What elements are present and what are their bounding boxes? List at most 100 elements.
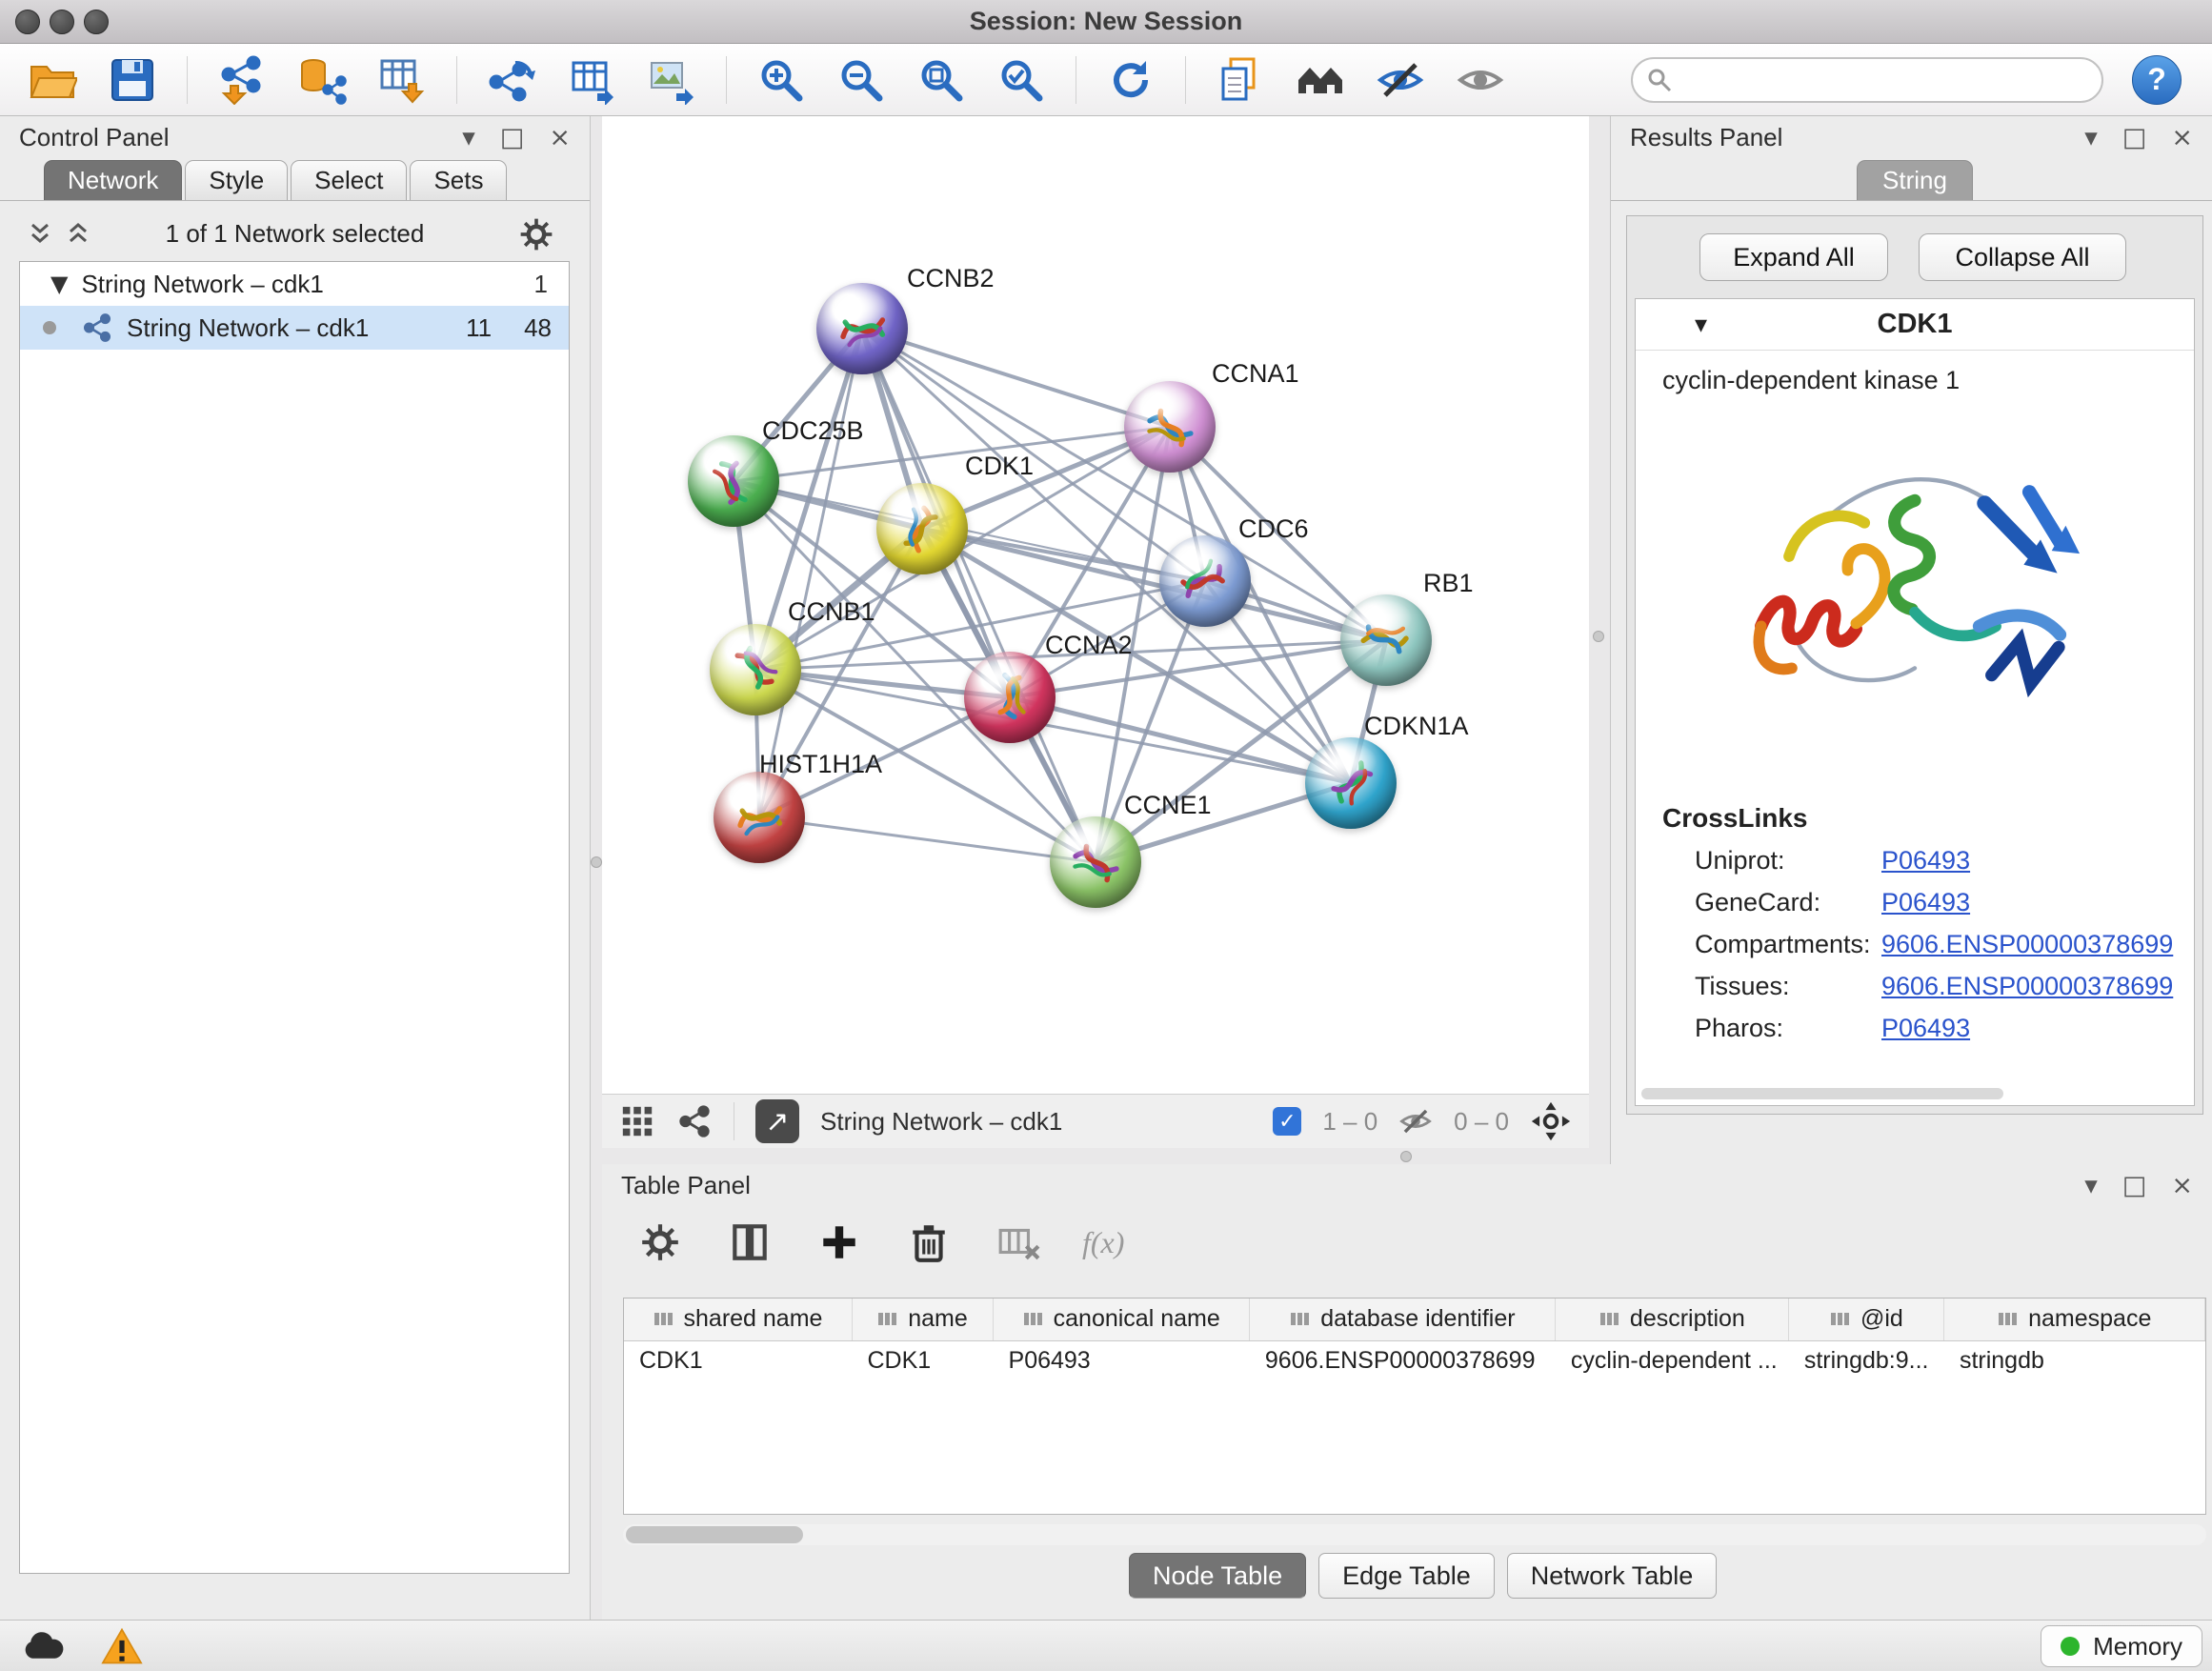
panel-close-icon[interactable]: ×: [2171, 125, 2193, 151]
zoom-selected-icon[interactable]: [995, 54, 1047, 106]
new-table-icon[interactable]: [566, 54, 617, 106]
expand-all-button[interactable]: Expand All: [1699, 233, 1888, 281]
network-collection-row[interactable]: ▼ String Network – cdk1 1: [20, 262, 569, 306]
pharos-link[interactable]: P06493: [1881, 1014, 1970, 1043]
tab-select[interactable]: Select: [291, 160, 407, 200]
network-node-ccna2[interactable]: [964, 652, 1056, 743]
network-edge[interactable]: [862, 329, 1170, 427]
delete-table-icon[interactable]: [993, 1217, 1044, 1268]
cloud-status-icon[interactable]: [15, 1626, 69, 1666]
delete-column-icon[interactable]: [903, 1217, 955, 1268]
column-header-shared-name[interactable]: shared name: [624, 1299, 852, 1340]
home-icon[interactable]: [1295, 54, 1346, 106]
genecard-link[interactable]: P06493: [1881, 888, 1970, 917]
column-header-id[interactable]: @id: [1789, 1299, 1944, 1340]
import-network-from-file-icon[interactable]: [216, 54, 268, 106]
network-node-hist1h1a[interactable]: [714, 772, 805, 863]
network-node-cdkn1a[interactable]: [1305, 737, 1397, 829]
hide-selected-icon[interactable]: [1375, 54, 1426, 106]
column-header-database-identifier[interactable]: database identifier: [1250, 1299, 1556, 1340]
tab-network-table[interactable]: Network Table: [1507, 1553, 1718, 1599]
right-splitter-handle[interactable]: [1593, 631, 1604, 642]
new-network-icon[interactable]: [486, 54, 537, 106]
network-node-ccne1[interactable]: [1050, 816, 1141, 908]
crosslink-label: GeneCard:: [1695, 888, 1881, 917]
warning-icon[interactable]: [95, 1626, 149, 1666]
tab-string[interactable]: String: [1857, 160, 1973, 200]
show-graphics-details-icon[interactable]: [1455, 54, 1506, 106]
export-image-icon[interactable]: [646, 54, 697, 106]
tab-style[interactable]: Style: [185, 160, 288, 200]
window-zoom-button[interactable]: [84, 10, 109, 34]
table-row[interactable]: CDK1CDK1P064939606.ENSP00000378699cyclin…: [624, 1340, 2205, 1380]
import-table-from-file-icon[interactable]: [376, 54, 428, 106]
search-input[interactable]: [1631, 57, 2103, 103]
bottom-splitter-handle[interactable]: [1400, 1151, 1412, 1162]
table-horizontal-scrollbar[interactable]: [623, 1524, 2206, 1545]
network-options-gear-icon[interactable]: [517, 215, 555, 253]
save-session-icon[interactable]: [107, 54, 158, 106]
zoom-out-icon[interactable]: [835, 54, 887, 106]
collapse-all-button[interactable]: Collapse All: [1919, 233, 2126, 281]
tissues-link[interactable]: 9606.ENSP00000378699: [1881, 972, 2173, 1001]
show-columns-icon[interactable]: [724, 1217, 775, 1268]
memory-button[interactable]: Memory: [2041, 1625, 2202, 1667]
panel-menu-icon[interactable]: ▾: [462, 125, 475, 151]
network-edge[interactable]: [759, 329, 862, 817]
network-row-selected[interactable]: String Network – cdk1 11 48: [20, 306, 569, 350]
table-settings-gear-icon[interactable]: [634, 1217, 686, 1268]
scrollbar-thumb[interactable]: [626, 1526, 803, 1543]
zoom-fit-icon[interactable]: [915, 54, 967, 106]
window-minimize-button[interactable]: [50, 10, 74, 34]
network-node-cdk1[interactable]: [876, 483, 968, 574]
column-header-name[interactable]: name: [852, 1299, 993, 1340]
zoom-in-icon[interactable]: [755, 54, 807, 106]
panel-menu-icon[interactable]: ▾: [2084, 125, 2098, 151]
open-session-icon[interactable]: [27, 54, 78, 106]
import-network-from-database-icon[interactable]: [296, 54, 348, 106]
network-edge[interactable]: [862, 329, 1096, 862]
column-header-canonical-name[interactable]: canonical name: [994, 1299, 1250, 1340]
tab-node-table[interactable]: Node Table: [1129, 1553, 1306, 1599]
function-builder-icon[interactable]: f(x): [1082, 1225, 1124, 1260]
column-header-description[interactable]: description: [1556, 1299, 1789, 1340]
selected-checkbox-icon[interactable]: ✓: [1273, 1107, 1301, 1136]
panel-float-icon[interactable]: □: [2122, 125, 2147, 151]
network-edge[interactable]: [862, 329, 1386, 640]
collapse-card-caret-icon[interactable]: ▾: [1695, 311, 1707, 339]
column-header-namespace[interactable]: namespace: [1944, 1299, 2205, 1340]
network-node-ccnb2[interactable]: [816, 283, 908, 374]
hidden-eye-icon[interactable]: [1398, 1104, 1433, 1138]
panel-close-icon[interactable]: ×: [2171, 1173, 2193, 1198]
panel-float-icon[interactable]: □: [2122, 1173, 2147, 1198]
network-node-rb1[interactable]: [1340, 594, 1432, 686]
panel-menu-icon[interactable]: ▾: [2084, 1173, 2098, 1198]
refresh-icon[interactable]: [1105, 54, 1156, 106]
left-splitter-handle[interactable]: [591, 856, 602, 868]
card-scrollbar[interactable]: [1641, 1088, 2003, 1099]
network-node-ccnb1[interactable]: [710, 624, 801, 715]
crosslink-label: Tissues:: [1695, 972, 1881, 1001]
panel-float-icon[interactable]: □: [500, 125, 525, 151]
network-node-ccna1[interactable]: [1124, 381, 1216, 473]
add-column-icon[interactable]: [814, 1217, 865, 1268]
compartments-link[interactable]: 9606.ENSP00000378699: [1881, 930, 2173, 959]
tab-sets[interactable]: Sets: [410, 160, 507, 200]
network-node-cdc25b[interactable]: [688, 435, 779, 527]
network-canvas[interactable]: CCNB2CCNA1CDC25BCDK1CDC6RB1CCNB1CCNA2CDK…: [602, 116, 1589, 1094]
help-button[interactable]: ?: [2132, 55, 2182, 105]
tab-network[interactable]: Network: [44, 160, 182, 200]
panel-close-icon[interactable]: ×: [549, 125, 571, 151]
network-node-cdc6[interactable]: [1159, 535, 1251, 627]
tab-edge-table[interactable]: Edge Table: [1318, 1553, 1495, 1599]
copy-document-icon[interactable]: [1215, 54, 1266, 106]
tree-caret-icon[interactable]: ▼: [50, 271, 68, 297]
detach-view-icon[interactable]: ↗: [755, 1099, 799, 1143]
grid-view-icon[interactable]: [619, 1103, 655, 1139]
birds-eye-view-icon[interactable]: [1530, 1100, 1572, 1142]
window-close-button[interactable]: [15, 10, 40, 34]
network-view-icon[interactable]: [676, 1103, 713, 1139]
uniprot-link[interactable]: P06493: [1881, 846, 1970, 876]
network-edge[interactable]: [734, 481, 1205, 581]
network-edge[interactable]: [759, 817, 1096, 862]
